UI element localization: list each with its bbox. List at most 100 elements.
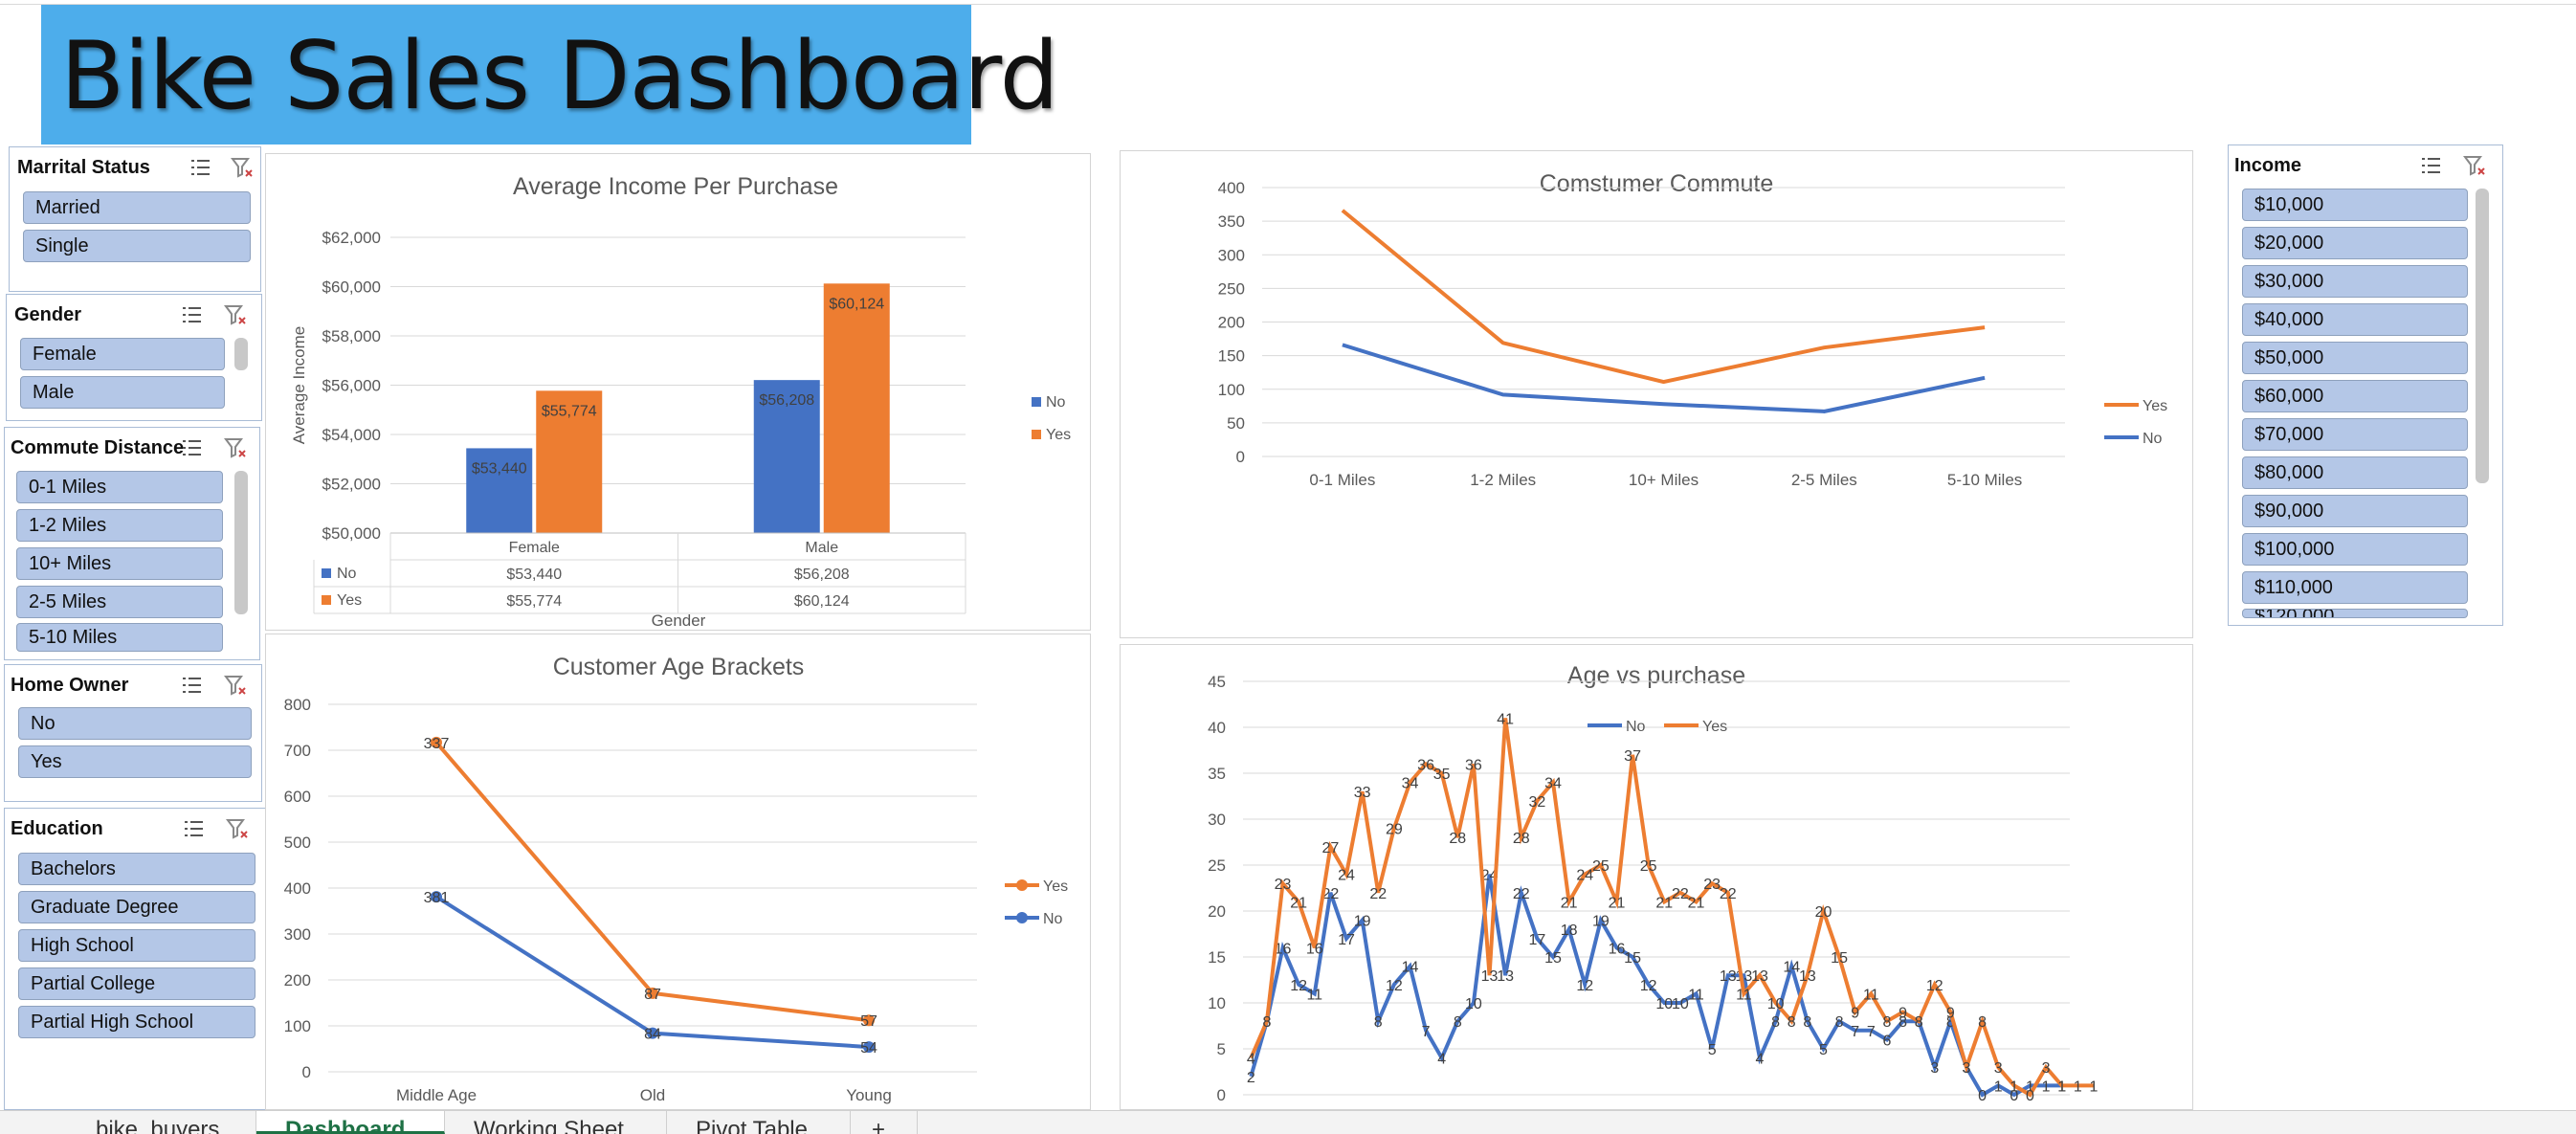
slicer-item-high-school[interactable]: High School [18, 929, 255, 962]
table-category-label: Male [805, 540, 838, 556]
slicer-item-income[interactable]: $20,000 [2242, 227, 2468, 259]
slicer-item-income[interactable]: $90,000 [2242, 495, 2468, 527]
tab-dashboard[interactable]: Dashboard [256, 1111, 445, 1134]
multi-select-icon[interactable] [179, 302, 204, 327]
legend-marker [1016, 879, 1028, 891]
clear-filter-icon[interactable] [223, 673, 248, 698]
age-vs-purchase-chart-svg: Age vs purchase0510152025303540452816121… [1208, 662, 2098, 1104]
data-label: 3 [1963, 1060, 1971, 1077]
commute-distance-slicer[interactable]: Commute Distance 0-1 Miles 1-2 Miles 10+… [4, 427, 260, 660]
slicer-item-yes[interactable]: Yes [18, 745, 252, 778]
data-label: 22 [1672, 886, 1689, 902]
slicer-item-married[interactable]: Married [23, 191, 251, 224]
slicer-item-male[interactable]: Male [20, 376, 225, 409]
chart-title: Comstumer Commute [1540, 170, 1774, 197]
data-label: 20 [1815, 904, 1832, 921]
home-owner-slicer[interactable]: Home Owner No Yes [4, 664, 262, 802]
slicer-item-income[interactable]: $120,000 [2242, 609, 2468, 618]
x-axis-label: Gender [652, 611, 706, 630]
education-slicer[interactable]: Education Bachelors Graduate Degree High… [4, 808, 266, 1110]
slicer-scrollbar[interactable] [2476, 189, 2489, 483]
slicer-item-income[interactable]: $70,000 [2242, 418, 2468, 451]
slicer-item-5-10-miles[interactable]: 5-10 Miles [16, 623, 223, 652]
data-label: 5 [1708, 1042, 1717, 1058]
slicer-item-income[interactable]: $10,000 [2242, 189, 2468, 221]
data-label: 12 [1926, 978, 1943, 994]
slicer-scrollbar[interactable] [234, 471, 248, 614]
slicer-item-10-plus-miles[interactable]: 10+ Miles [16, 547, 223, 580]
slicer-item-income[interactable]: $40,000 [2242, 303, 2468, 336]
multi-select-icon[interactable] [179, 673, 204, 698]
data-label: 23 [1703, 877, 1721, 893]
data-label: 381 [424, 890, 450, 906]
data-label: 0 [2026, 1088, 2034, 1104]
gender-slicer[interactable]: Gender Female Male [6, 294, 262, 421]
data-label: 0 [1978, 1088, 1987, 1104]
data-label: 14 [1402, 960, 1419, 976]
data-label: 6 [1882, 1033, 1891, 1049]
data-label: 9 [1946, 1006, 1955, 1022]
data-label: 34 [1544, 776, 1562, 792]
slicer-item-bachelors[interactable]: Bachelors [18, 853, 255, 885]
data-label: 29 [1386, 822, 1403, 838]
clear-filter-icon[interactable] [223, 435, 248, 460]
data-label: 24 [1576, 868, 1593, 884]
slicer-item-2-5-miles[interactable]: 2-5 Miles [16, 586, 223, 618]
data-label: 35 [1433, 767, 1451, 783]
age-vs-purchase-chart[interactable]: Age vs purchase 0 5 10 15 20 25 30 35 40 45 2 8 16 12 1… [1120, 644, 2193, 1110]
slicer-item-graduate-degree[interactable]: Graduate Degree [18, 891, 255, 923]
series-line-yes [434, 741, 870, 1023]
y-tick-label: 0 [1236, 448, 1245, 466]
slicer-item-income[interactable]: $100,000 [2242, 533, 2468, 566]
slicer-item-female[interactable]: Female [20, 338, 225, 370]
slicer-scrollbar[interactable] [234, 338, 248, 370]
legend-label: Yes [1046, 427, 1071, 443]
data-label: 27 [1321, 840, 1339, 856]
average-income-chart[interactable]: Average Income Per Purchase $50,000 $52,00… [265, 153, 1091, 631]
slicer-item-partial-college[interactable]: Partial College [18, 967, 255, 1000]
data-label: 28 [1513, 831, 1530, 847]
add-sheet-button[interactable]: + [851, 1111, 918, 1134]
data-label: 36 [1465, 757, 1482, 773]
clear-filter-icon[interactable] [230, 155, 255, 180]
slicer-item-0-1-miles[interactable]: 0-1 Miles [16, 471, 223, 503]
income-slicer[interactable]: Income $10,000 $20,000 $30,000 $40,000 $… [2228, 145, 2503, 626]
data-label: 13 [1799, 968, 1816, 985]
x-tick-label: 0-1 Miles [1309, 471, 1375, 489]
multi-select-icon[interactable] [188, 155, 212, 180]
tab-bike-buyers[interactable]: bike_buyers [63, 1111, 256, 1134]
tab-pivot-table[interactable]: Pivot Table [667, 1111, 851, 1134]
marital-status-slicer[interactable]: Marrital Status Married Single [9, 146, 261, 292]
slicer-item-income[interactable]: $80,000 [2242, 456, 2468, 489]
y-tick-label: 0 [302, 1063, 311, 1081]
multi-select-icon[interactable] [181, 816, 206, 841]
data-label: 3 [1994, 1060, 2003, 1077]
data-label: 1 [2010, 1078, 2018, 1095]
data-label: 24 [1338, 868, 1355, 884]
multi-select-icon[interactable] [179, 435, 204, 460]
slicer-title: Education [11, 818, 103, 839]
commute-chart[interactable]: Comstumer Commute 0 50 100 150 200 250 300 350 40… [1120, 150, 2193, 638]
y-tick-label: 200 [1218, 314, 1245, 332]
multi-select-icon[interactable] [2418, 153, 2443, 178]
clear-filter-icon[interactable] [2462, 153, 2487, 178]
slicer-item-income[interactable]: $50,000 [2242, 342, 2468, 374]
table-value: $53,440 [506, 567, 562, 583]
slicer-item-1-2-miles[interactable]: 1-2 Miles [16, 509, 223, 542]
clear-filter-icon[interactable] [225, 816, 250, 841]
slicer-item-income[interactable]: $110,000 [2242, 571, 2468, 604]
data-label: 22 [1720, 886, 1737, 902]
slicer-item-single[interactable]: Single [23, 230, 251, 262]
y-tick-label: 100 [1218, 381, 1245, 399]
slicer-item-income[interactable]: $60,000 [2242, 380, 2468, 412]
clear-filter-icon[interactable] [223, 302, 248, 327]
data-label: 9 [1851, 1006, 1859, 1022]
slicer-item-no[interactable]: No [18, 707, 252, 740]
legend-marker [1016, 912, 1028, 923]
slicer-item-partial-high-school[interactable]: Partial High School [18, 1006, 255, 1038]
data-label: 8 [1771, 1014, 1780, 1031]
tab-working-sheet[interactable]: Working Sheet [445, 1111, 667, 1134]
slicer-item-income[interactable]: $30,000 [2242, 265, 2468, 298]
dashboard-title: Bike Sales Dashboard [60, 22, 1059, 131]
age-brackets-chart[interactable]: Customer Age Brackets 0 100 200 300 400 500 600… [265, 634, 1091, 1110]
